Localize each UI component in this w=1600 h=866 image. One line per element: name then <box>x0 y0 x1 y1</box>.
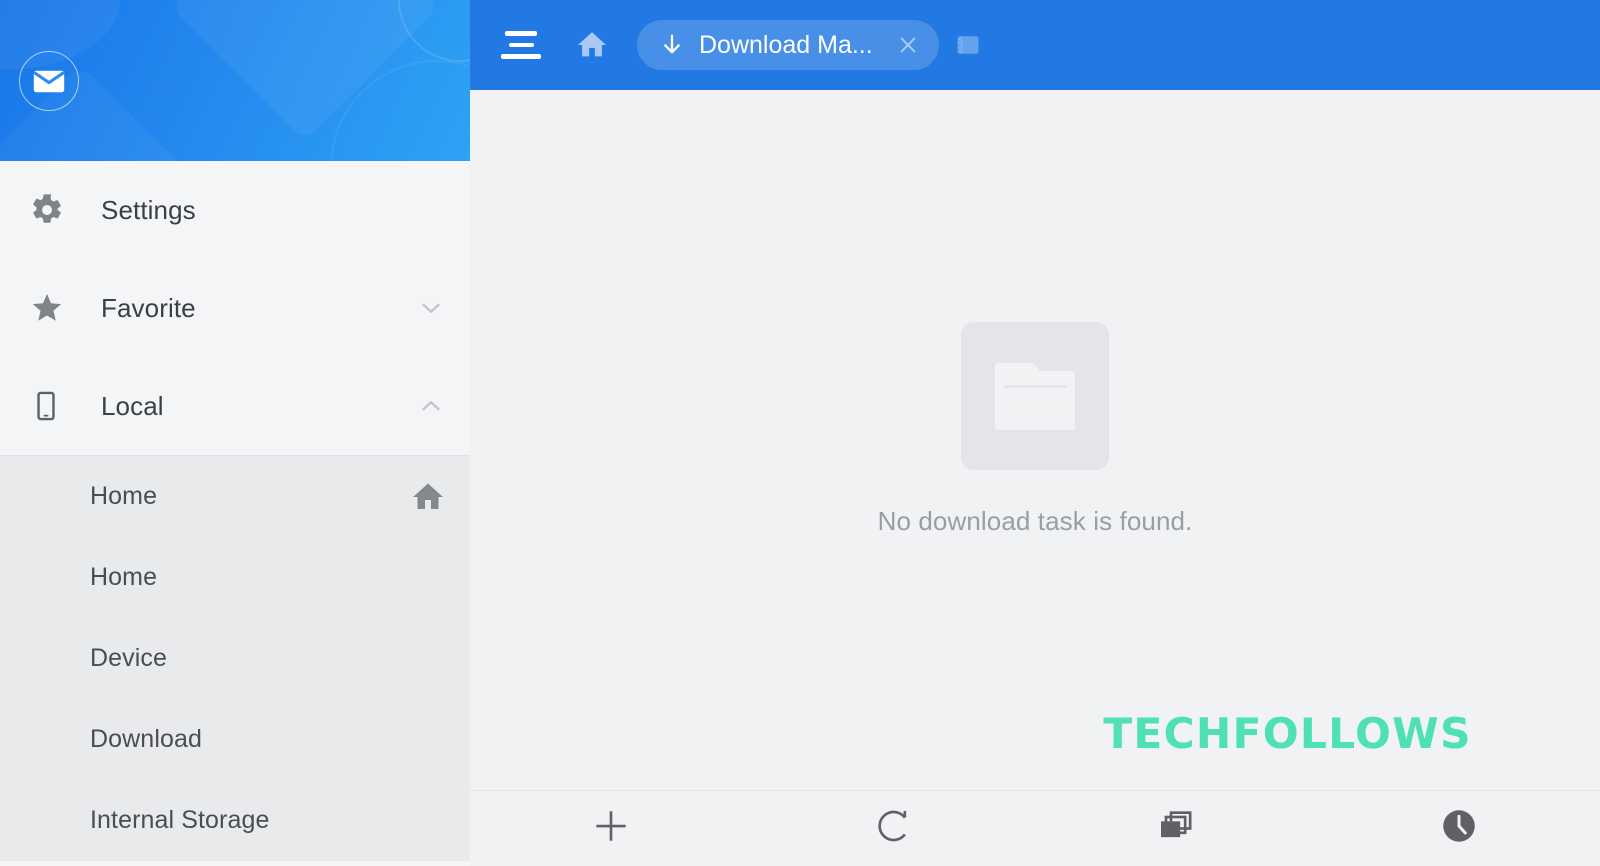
sidebar-subitem-home-root[interactable]: Home <box>0 456 470 537</box>
add-button[interactable] <box>470 791 753 866</box>
sidebar-subitem-home[interactable]: Home <box>0 537 470 618</box>
home-icon <box>410 479 446 515</box>
sidebar-subitem-label: Device <box>90 644 168 672</box>
sidebar-item-label: Favorite <box>101 292 196 323</box>
watermark: TECHFOLLOWS <box>1103 709 1488 758</box>
decorative-shape <box>330 60 470 161</box>
home-icon[interactable] <box>571 24 613 66</box>
drawer-header <box>0 0 470 161</box>
bottom-toolbar <box>470 790 1600 866</box>
browser-tab[interactable]: Download Ma... <box>637 20 939 70</box>
empty-state: No download task is found. <box>470 322 1600 537</box>
sidebar-item-label: Settings <box>101 194 196 225</box>
watermark-text: TECHFOLLOWS <box>1103 709 1472 758</box>
tabs-button[interactable] <box>1035 791 1318 866</box>
main-area: Download Ma... No download task is found… <box>470 0 1600 866</box>
app-root: Settings Favorite Local Home Home Device… <box>0 0 1600 866</box>
envelope-icon <box>33 70 65 92</box>
content-area: No download task is found. TECHFOLLOWS <box>470 90 1600 790</box>
drawer-sub-menu: Home Home Device Download Internal Stora… <box>0 455 470 861</box>
gear-icon <box>30 193 74 227</box>
empty-folder-icon <box>961 322 1109 470</box>
sidebar-item-settings[interactable]: Settings <box>0 161 470 259</box>
phone-icon <box>30 390 74 422</box>
close-icon[interactable] <box>889 26 927 64</box>
refresh-button[interactable] <box>753 791 1036 866</box>
download-arrow-icon <box>659 31 685 59</box>
sidebar-subitem-label: Internal Storage <box>90 806 270 834</box>
clock-icon <box>1438 805 1480 852</box>
star-icon <box>30 291 74 325</box>
sidebar-subitem-device[interactable]: Device <box>0 618 470 699</box>
sidebar-item-local[interactable]: Local <box>0 357 470 455</box>
browser-tab-title: Download Ma... <box>699 30 873 59</box>
avatar[interactable] <box>19 51 79 111</box>
chevron-down-icon[interactable] <box>416 293 446 323</box>
decorative-shape <box>170 0 440 142</box>
empty-state-message: No download task is found. <box>877 506 1193 536</box>
sidebar-subitem-label: Home <box>90 482 158 510</box>
plus-icon <box>590 805 632 852</box>
refresh-icon <box>873 805 915 852</box>
navigation-drawer: Settings Favorite Local Home Home Device… <box>0 0 470 866</box>
browser-toolbar: Download Ma... <box>470 0 1600 90</box>
sidebar-item-label: Local <box>101 390 164 421</box>
sidebar-subitem-internal-storage[interactable]: Internal Storage <box>0 780 470 861</box>
sidebar-subitem-label: Home <box>90 563 158 591</box>
chevron-up-icon[interactable] <box>416 391 446 421</box>
sidebar-subitem-label: Download <box>90 725 202 753</box>
drawer-main-menu: Settings Favorite Local <box>0 161 470 455</box>
bookmark-icon[interactable] <box>953 30 983 60</box>
hamburger-icon[interactable] <box>495 23 543 67</box>
sidebar-subitem-download[interactable]: Download <box>0 699 470 780</box>
history-button[interactable] <box>1318 791 1600 866</box>
decorative-shape <box>398 0 470 62</box>
windows-stack-icon <box>1156 806 1196 851</box>
sidebar-item-favorite[interactable]: Favorite <box>0 259 470 357</box>
